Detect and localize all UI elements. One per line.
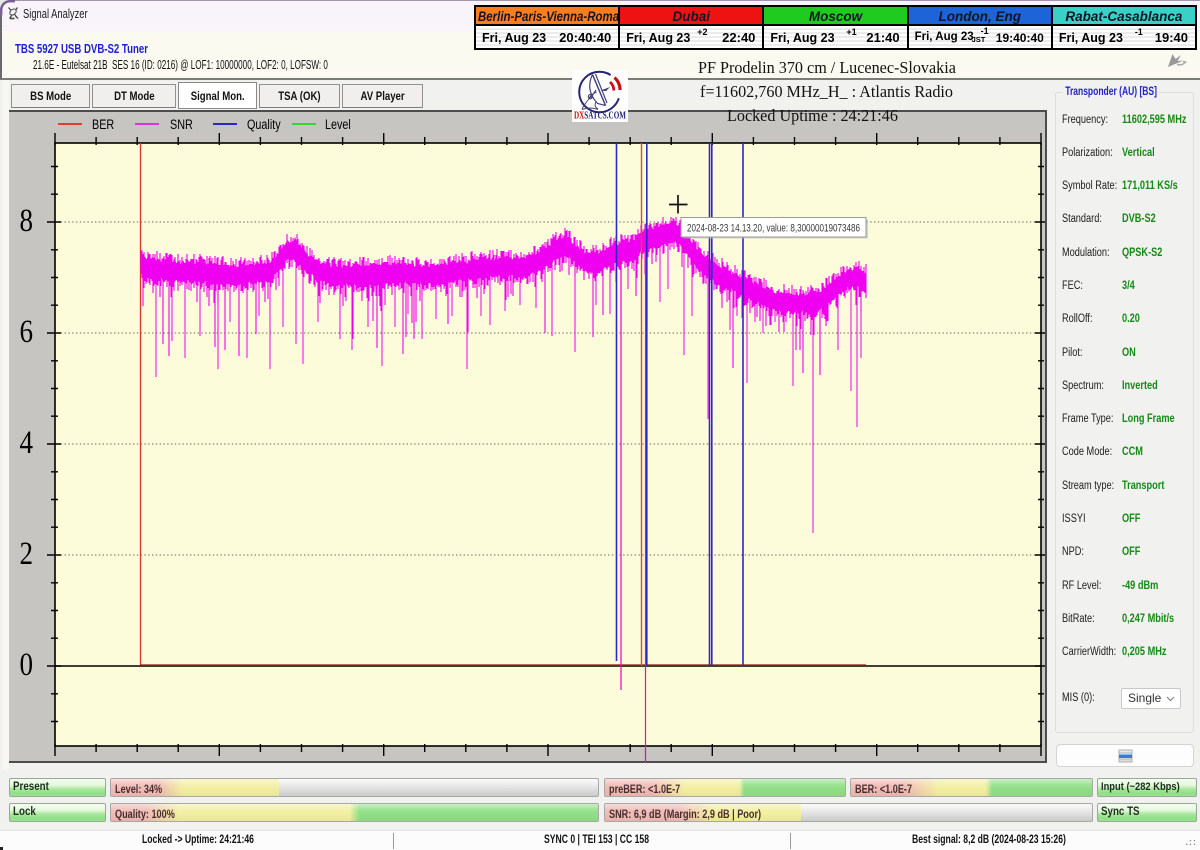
svg-text:DXSATCS.COM: DXSATCS.COM	[574, 111, 626, 122]
svg-text:2024-08-23 14.13.20, value: 8,: 2024-08-23 14.13.20, value: 8,3000001907…	[687, 223, 860, 235]
